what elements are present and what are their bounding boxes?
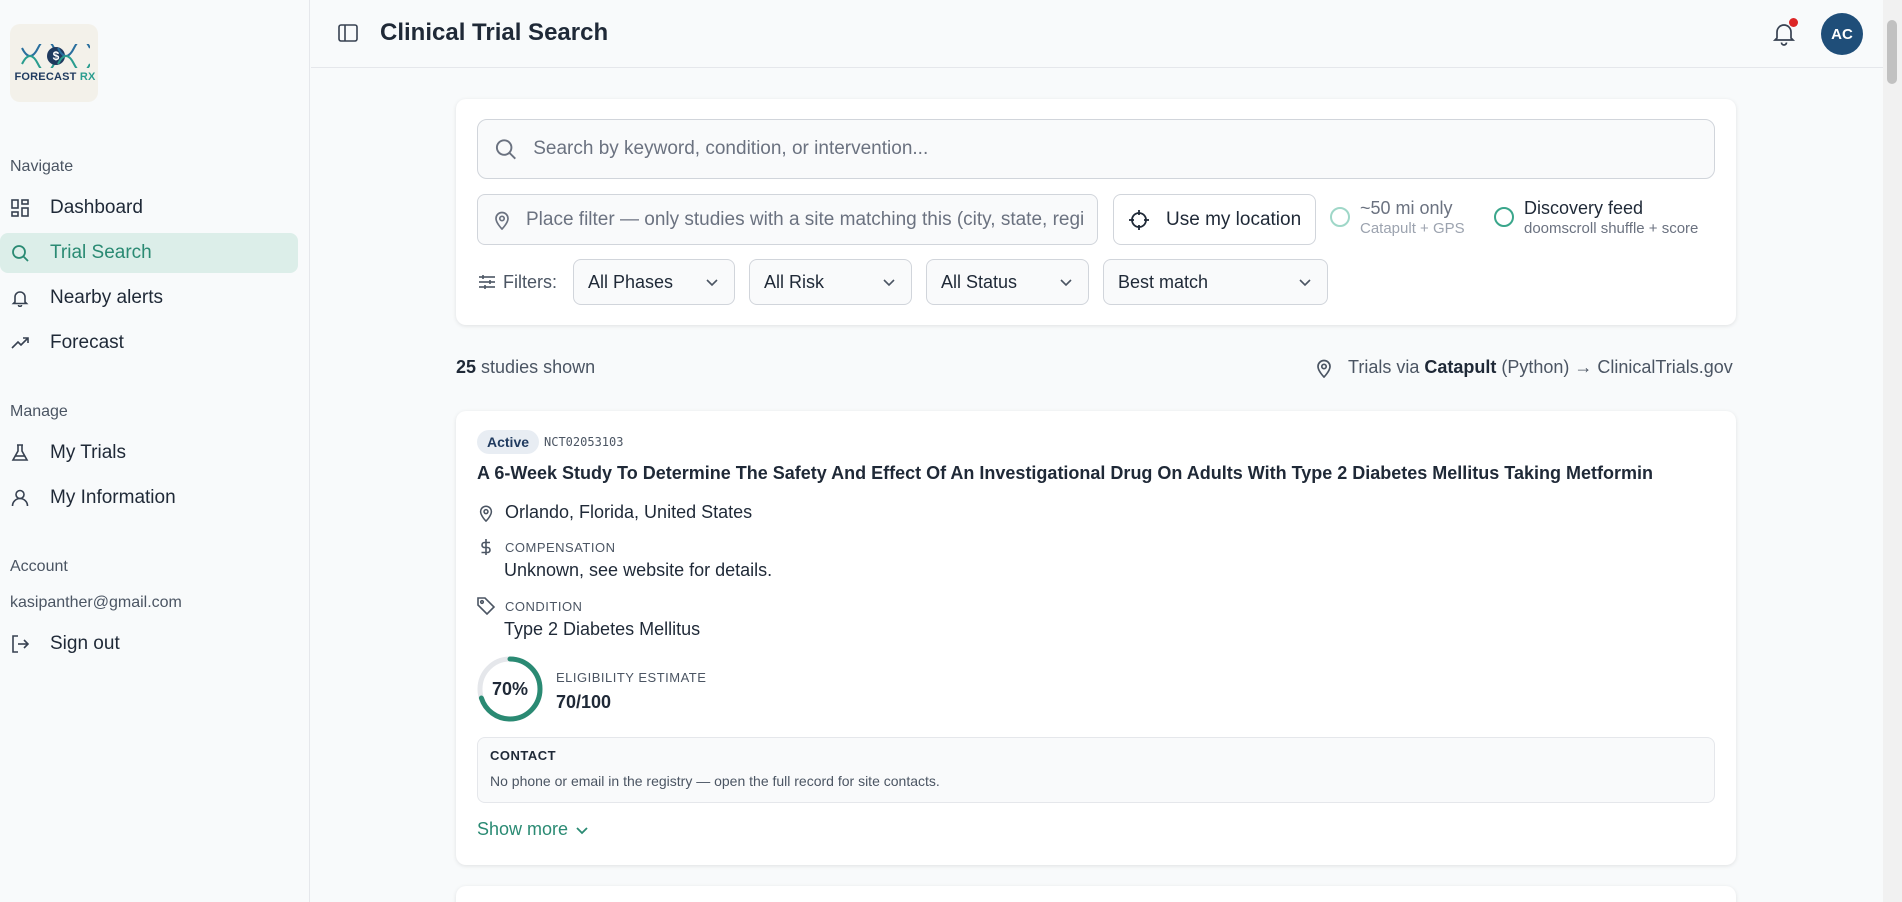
trial-title[interactable]: A 6-Week Study To Determine The Safety A… bbox=[477, 463, 1653, 484]
sidebar: $ FORECAST RX Navigate Dashboard Trial S… bbox=[0, 0, 310, 902]
account-email: kasipanther@gmail.com bbox=[10, 594, 182, 611]
phase-select-value: All Phases bbox=[588, 271, 674, 292]
eligibility-label: ELIGIBILITY ESTIMATE bbox=[556, 670, 707, 685]
radius-radio-sublabel: Catapult + GPS bbox=[1360, 220, 1465, 237]
radius-50mi-radio[interactable]: ~50 mi only Catapult + GPS bbox=[1330, 197, 1465, 239]
chevron-down-icon bbox=[1060, 279, 1072, 287]
sidebar-item-forecast[interactable]: Forecast bbox=[0, 323, 298, 363]
tag-icon bbox=[477, 597, 495, 615]
place-filter-field[interactable] bbox=[477, 194, 1098, 245]
navigate-heading: Navigate bbox=[10, 158, 74, 175]
results-count: 25 studies shown bbox=[456, 357, 596, 377]
sidebar-item-label: Nearby alerts bbox=[50, 287, 163, 308]
trial-card[interactable] bbox=[456, 886, 1736, 902]
compensation-label-row: COMPENSATION bbox=[477, 538, 616, 556]
crosshair-icon bbox=[1129, 209, 1149, 230]
risk-select[interactable]: All Risk bbox=[749, 259, 912, 305]
data-source-note: Trials via Catapult (Python) → ClinicalT… bbox=[1314, 357, 1733, 378]
filters-row: Filters: All Phases All Risk All Status … bbox=[477, 259, 1342, 305]
user-avatar[interactable]: AC bbox=[1821, 13, 1863, 55]
contact-text: No phone or email in the registry — open… bbox=[490, 773, 940, 789]
sign-out-button[interactable]: Sign out bbox=[0, 624, 298, 664]
dashboard-icon bbox=[10, 198, 30, 218]
trial-location-text: Orlando, Florida, United States bbox=[505, 502, 753, 522]
search-icon bbox=[10, 243, 30, 263]
radius-radio-label: ~50 mi only bbox=[1360, 198, 1453, 218]
sidebar-item-nearby-alerts[interactable]: Nearby alerts bbox=[0, 278, 298, 318]
sidebar-item-label: Trial Search bbox=[50, 242, 152, 263]
phase-select[interactable]: All Phases bbox=[573, 259, 735, 305]
chevron-down-icon bbox=[576, 826, 588, 834]
sidebar-item-dashboard[interactable]: Dashboard bbox=[0, 188, 298, 228]
search-icon bbox=[495, 139, 516, 160]
top-header: Clinical Trial Search AC bbox=[311, 0, 1883, 68]
search-panel: Use my location ~50 mi only Catapult + G… bbox=[456, 99, 1736, 325]
eligibility-percent: 70% bbox=[491, 678, 529, 699]
page-title: Clinical Trial Search bbox=[380, 19, 609, 46]
forecast-rx-logo[interactable]: $ FORECAST RX bbox=[10, 24, 98, 102]
user-icon bbox=[10, 488, 30, 508]
contact-box: CONTACT No phone or email in the registr… bbox=[477, 737, 1715, 803]
sort-select[interactable]: Best match bbox=[1103, 259, 1328, 305]
eligibility-score: 70/100 bbox=[556, 692, 612, 712]
search-field[interactable] bbox=[477, 119, 1715, 179]
chevron-down-icon bbox=[883, 279, 895, 287]
bell-icon bbox=[10, 288, 30, 308]
search-input[interactable] bbox=[533, 138, 1714, 160]
dna-dollar-logo-icon: $ bbox=[21, 44, 90, 68]
condition-label: CONDITION bbox=[505, 598, 583, 614]
map-pin-icon bbox=[1317, 359, 1331, 378]
trial-card[interactable]: Active NCT02053103 A 6-Week Study To Det… bbox=[456, 411, 1736, 865]
trend-icon bbox=[10, 333, 30, 353]
sidebar-item-label: Dashboard bbox=[50, 197, 143, 218]
nct-id: NCT02053103 bbox=[544, 435, 624, 449]
sort-select-value: Best match bbox=[1118, 271, 1209, 292]
contact-label: CONTACT bbox=[490, 748, 557, 763]
manage-heading: Manage bbox=[10, 403, 68, 420]
notification-dot bbox=[1789, 18, 1798, 27]
sign-out-label: Sign out bbox=[50, 633, 120, 654]
discovery-feed-radio[interactable]: Discovery feed doomscroll shuffle + scor… bbox=[1494, 197, 1698, 239]
compensation-value: Unknown, see website for details. bbox=[504, 560, 773, 580]
chevron-down-icon bbox=[1299, 279, 1311, 287]
sliders-icon bbox=[479, 275, 495, 289]
use-my-location-label: Use my location bbox=[1166, 208, 1302, 230]
discovery-radio-sublabel: doomscroll shuffle + score bbox=[1524, 220, 1699, 237]
dollar-icon bbox=[481, 539, 491, 555]
sign-out-icon bbox=[10, 634, 30, 654]
status-select[interactable]: All Status bbox=[926, 259, 1089, 305]
discovery-radio-label: Discovery feed bbox=[1524, 198, 1644, 218]
condition-label-row: CONDITION bbox=[477, 597, 582, 615]
chevron-down-icon bbox=[706, 279, 718, 287]
sidebar-toggle-icon[interactable] bbox=[337, 22, 359, 44]
sidebar-item-my-trials[interactable]: My Trials bbox=[0, 433, 298, 473]
status-select-value: All Status bbox=[941, 271, 1018, 292]
flask-icon bbox=[10, 443, 30, 463]
logo-wordmark: FORECAST RX bbox=[14, 71, 96, 83]
sidebar-item-trial-search[interactable]: Trial Search bbox=[0, 233, 298, 273]
show-more-button[interactable]: Show more bbox=[477, 819, 590, 840]
filters-label: Filters: bbox=[477, 272, 557, 293]
map-pin-icon bbox=[479, 505, 493, 522]
sidebar-item-label: My Information bbox=[50, 487, 176, 508]
trial-location: Orlando, Florida, United States bbox=[477, 502, 752, 523]
scrollbar-thumb[interactable] bbox=[1887, 20, 1897, 84]
account-heading: Account bbox=[10, 558, 68, 575]
use-my-location-button[interactable]: Use my location bbox=[1113, 194, 1316, 245]
page-scrollbar[interactable] bbox=[1883, 0, 1902, 902]
compensation-label: COMPENSATION bbox=[505, 539, 616, 555]
condition-value: Type 2 Diabetes Mellitus bbox=[504, 619, 701, 639]
sidebar-item-label: My Trials bbox=[50, 442, 126, 463]
status-badge: Active bbox=[477, 430, 540, 454]
sidebar-item-label: Forecast bbox=[50, 332, 124, 353]
radio-circle bbox=[1494, 207, 1514, 227]
map-pin-icon bbox=[495, 211, 509, 230]
radio-circle bbox=[1330, 207, 1350, 227]
sidebar-item-my-information[interactable]: My Information bbox=[0, 478, 298, 518]
place-filter-input[interactable] bbox=[526, 208, 1085, 231]
risk-select-value: All Risk bbox=[764, 271, 825, 292]
